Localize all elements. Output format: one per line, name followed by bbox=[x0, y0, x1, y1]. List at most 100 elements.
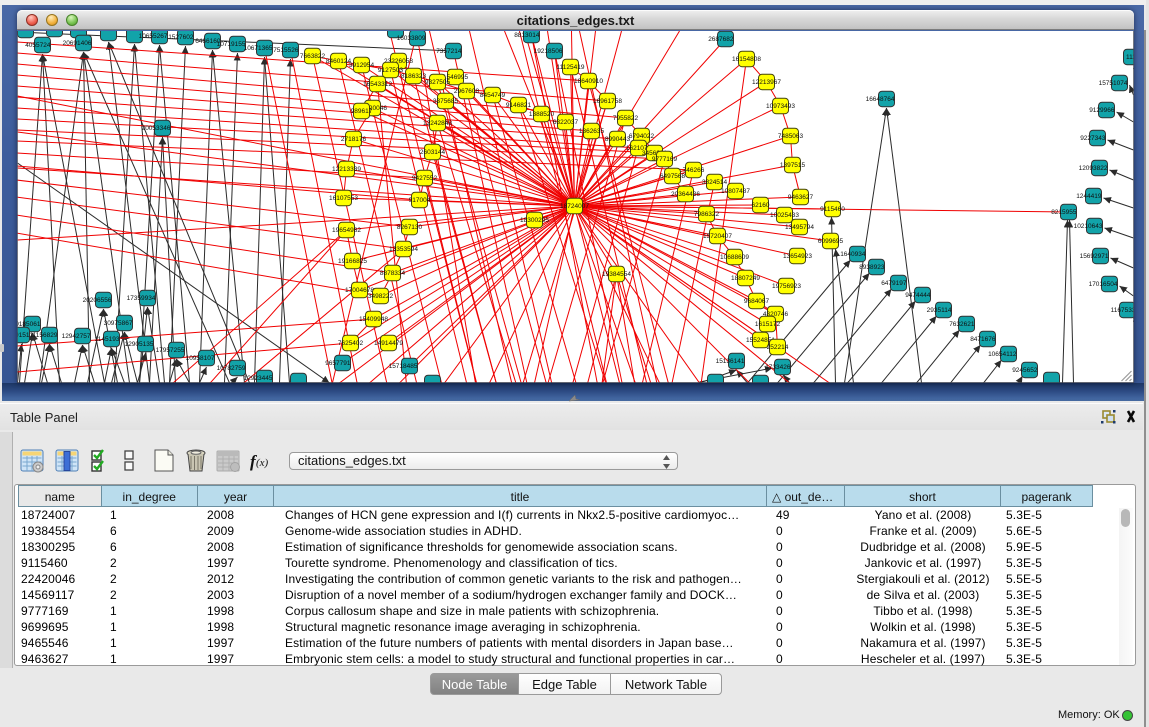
svg-text:1145193: 1145193 bbox=[95, 336, 120, 343]
svg-text:7632621: 7632621 bbox=[949, 321, 975, 328]
svg-text:9227343: 9227343 bbox=[1080, 135, 1106, 142]
svg-text:1167533: 1167533 bbox=[1111, 307, 1134, 314]
svg-text:9327505: 9327505 bbox=[425, 79, 451, 86]
svg-text:6322037: 6322037 bbox=[553, 119, 579, 126]
svg-text:19218506: 19218506 bbox=[534, 48, 563, 55]
svg-text:19654982: 19654982 bbox=[332, 227, 361, 234]
svg-text:9657791: 9657791 bbox=[325, 360, 351, 367]
svg-text:1388520: 1388520 bbox=[529, 111, 555, 118]
svg-text:10025433: 10025433 bbox=[770, 212, 799, 219]
svg-text:3912954: 3912954 bbox=[349, 62, 375, 69]
svg-text:12905135: 12905135 bbox=[125, 341, 154, 348]
svg-text:19756923: 19756923 bbox=[772, 283, 801, 290]
svg-text:14914479: 14914479 bbox=[374, 340, 403, 347]
svg-text:1615172: 1615172 bbox=[755, 321, 781, 328]
svg-text:20206556: 20206556 bbox=[83, 297, 112, 304]
svg-text:10688609: 10688609 bbox=[720, 254, 749, 261]
svg-text:917004: 917004 bbox=[409, 197, 431, 204]
svg-text:1640934: 1640934 bbox=[840, 251, 866, 258]
svg-text:7625402: 7625402 bbox=[338, 340, 364, 347]
svg-text:746266: 746266 bbox=[683, 167, 705, 174]
svg-text:10655267: 10655267 bbox=[139, 33, 168, 40]
svg-text:16961758: 16961758 bbox=[593, 98, 622, 105]
svg-text:9146821: 9146821 bbox=[506, 102, 532, 109]
svg-text:6794022: 6794022 bbox=[629, 133, 655, 140]
svg-text:12923445: 12923445 bbox=[244, 375, 273, 382]
svg-text:10782759: 10782759 bbox=[217, 365, 246, 372]
svg-text:3375685: 3375685 bbox=[433, 98, 459, 105]
svg-text:15718485: 15718485 bbox=[389, 363, 418, 370]
svg-text:7955822: 7955822 bbox=[613, 115, 639, 122]
svg-text:2603144: 2603144 bbox=[420, 149, 446, 156]
svg-text:12093822: 12093822 bbox=[1079, 165, 1108, 172]
svg-text:9245652: 9245652 bbox=[1012, 367, 1038, 374]
svg-text:8813014: 8813014 bbox=[514, 32, 540, 39]
svg-text:7515526: 7515526 bbox=[273, 47, 299, 54]
svg-text:8186323: 8186323 bbox=[401, 73, 427, 80]
svg-text:3498222: 3498222 bbox=[368, 293, 394, 300]
svg-text:20364436: 20364436 bbox=[671, 191, 700, 198]
svg-text:1362635: 1362635 bbox=[579, 128, 605, 135]
svg-text:15409948: 15409948 bbox=[359, 316, 388, 323]
svg-text:9474444: 9474444 bbox=[905, 292, 931, 299]
svg-text:7357214: 7357214 bbox=[436, 48, 462, 55]
svg-text:8267130: 8267130 bbox=[397, 224, 423, 231]
svg-text:4055724: 4055724 bbox=[25, 42, 51, 49]
svg-text:10807487: 10807487 bbox=[721, 188, 750, 195]
svg-text:20053346: 20053346 bbox=[142, 125, 171, 132]
svg-text:30975867: 30975867 bbox=[104, 320, 133, 327]
svg-text:13353594: 13353594 bbox=[389, 246, 418, 253]
svg-text:7485063: 7485063 bbox=[778, 133, 804, 140]
svg-text:11125419: 11125419 bbox=[557, 64, 585, 71]
svg-text:15692971: 15692971 bbox=[1080, 253, 1109, 260]
svg-text:18300295: 18300295 bbox=[520, 217, 549, 224]
svg-text:939151: 939151 bbox=[17, 332, 30, 339]
svg-text:9115460: 9115460 bbox=[820, 206, 845, 213]
svg-text:8990443: 8990443 bbox=[605, 136, 631, 143]
svg-text:9129966: 9129966 bbox=[1089, 107, 1115, 114]
svg-text:8215955: 8215955 bbox=[1051, 209, 1077, 216]
svg-text:11156829: 11156829 bbox=[30, 332, 58, 339]
svg-text:20691406: 20691406 bbox=[63, 40, 92, 47]
svg-text:17016504: 17016504 bbox=[1089, 281, 1118, 288]
svg-text:6497568: 6497568 bbox=[660, 173, 686, 180]
svg-text:(x): (x) bbox=[256, 457, 269, 469]
svg-text:1397515: 1397515 bbox=[780, 162, 806, 169]
svg-text:13654923: 13654923 bbox=[783, 253, 812, 260]
svg-text:1733426: 1733426 bbox=[765, 364, 791, 371]
svg-text:18724007: 18724007 bbox=[560, 203, 589, 210]
svg-text:10671365: 10671365 bbox=[244, 45, 273, 52]
svg-text:62160: 62160 bbox=[751, 202, 769, 209]
svg-text:18807249: 18807249 bbox=[731, 275, 760, 282]
svg-text:10719155: 10719155 bbox=[217, 41, 246, 48]
svg-text:9427552: 9427552 bbox=[412, 175, 438, 182]
svg-text:9684067: 9684067 bbox=[744, 298, 770, 305]
svg-text:8454749: 8454749 bbox=[480, 92, 506, 99]
svg-text:17957255: 17957255 bbox=[156, 347, 185, 354]
svg-text:8878334: 8878334 bbox=[380, 270, 406, 277]
svg-text:15751074: 15751074 bbox=[1099, 80, 1128, 87]
svg-text:8938923: 8938923 bbox=[859, 264, 885, 271]
svg-text:252214: 252214 bbox=[767, 344, 789, 351]
svg-text:7986322: 7986322 bbox=[694, 211, 720, 218]
svg-text:16107553: 16107553 bbox=[329, 195, 358, 202]
svg-text:12213339: 12213339 bbox=[332, 166, 361, 173]
svg-text:6099695: 6099695 bbox=[818, 238, 844, 245]
svg-text:18640910: 18640910 bbox=[574, 78, 603, 85]
svg-text:8460124: 8460124 bbox=[326, 58, 352, 65]
svg-text:9127503: 9127503 bbox=[378, 67, 404, 74]
svg-text:9777169: 9777169 bbox=[652, 156, 678, 163]
svg-text:10973493: 10973493 bbox=[766, 103, 795, 110]
svg-text:1527602: 1527602 bbox=[168, 34, 194, 41]
svg-text:16648764: 16648764 bbox=[866, 96, 895, 103]
svg-text:19166825: 19166825 bbox=[338, 258, 367, 265]
svg-text:17359934: 17359934 bbox=[127, 295, 156, 302]
svg-text:7663822: 7663822 bbox=[300, 53, 326, 60]
svg-text:16543312: 16543312 bbox=[363, 81, 392, 88]
svg-text:8471676: 8471676 bbox=[970, 336, 996, 343]
svg-text:19384554: 19384554 bbox=[602, 271, 631, 278]
svg-text:12942757: 12942757 bbox=[62, 333, 91, 340]
svg-text:2687682: 2687682 bbox=[708, 36, 734, 43]
svg-text:3824514: 3824514 bbox=[702, 179, 728, 186]
svg-text:16154808: 16154808 bbox=[732, 56, 761, 63]
